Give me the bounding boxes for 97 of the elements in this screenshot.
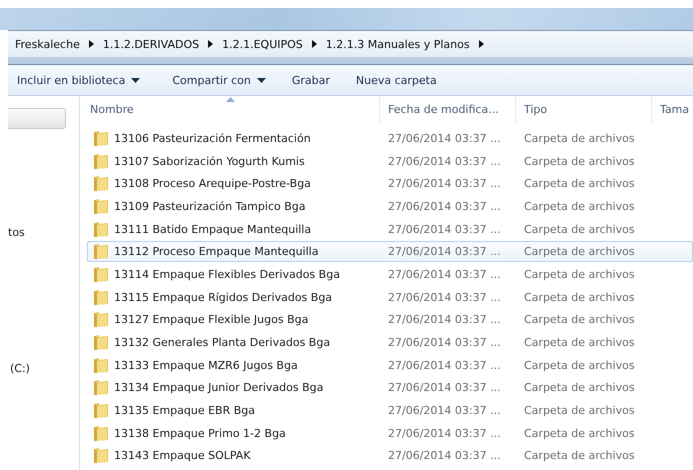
folder-icon (93, 311, 109, 328)
folder-row[interactable]: 13108 Proceso Arequipe-Postre-Bga 27/06/2014 03:37 ... Carpeta de archivos (87, 173, 693, 194)
folder-icon (93, 379, 109, 396)
chevron-icon[interactable] (208, 40, 214, 48)
date-cell: 27/06/2014 03:37 ... (388, 290, 501, 304)
column-header[interactable]: Nombre (80, 96, 380, 123)
folder-icon (93, 402, 109, 420)
type-cell: Carpeta de archivos (524, 154, 635, 168)
type-cell: Carpeta de archivos (524, 268, 635, 281)
breadcrumb[interactable]: 1.1.2.DERIVADOS (102, 38, 200, 50)
chevron-icon[interactable] (312, 40, 317, 48)
date-cell: 27/06/2014 03:37 ... (388, 268, 501, 281)
date-cell: 27/06/2014 03:37 ... (388, 313, 501, 326)
folder-name: 13143 Empaque SOLPAK (114, 449, 251, 462)
date-cell: 27/06/2014 03:37 ... (388, 381, 501, 394)
type-cell: Carpeta de archivos (524, 177, 635, 190)
toolbar-button[interactable]: Grabar (282, 70, 339, 90)
type-cell: Carpeta de archivos (524, 200, 635, 213)
folder-icon (93, 356, 109, 374)
folder-icon (93, 424, 109, 442)
sort-arrow-icon (226, 97, 234, 102)
type-cell: Carpeta de archivos (524, 290, 635, 304)
folder-name: 13114 Empaque Flexibles Derivados Bga (114, 268, 340, 281)
folder-row[interactable]: 13135 Empaque EBR Bga 27/06/2014 03:37 ... Carpeta de archivos (87, 400, 693, 421)
toolbar-button[interactable]: Compartir con (163, 70, 275, 90)
type-cell: Carpeta de archivos (524, 245, 635, 258)
chevron-icon[interactable] (478, 40, 484, 48)
folder-row[interactable]: 13138 Empaque Primo 1-2 Bga 27/06/2014 03:37 ... Carpeta de archivos (87, 422, 693, 444)
chevron-icon[interactable] (88, 40, 94, 48)
folder-name: 13111 Batido Empaque Mantequilla (114, 222, 312, 236)
folder-row[interactable]: 13106 Pasteurización Fermentación 27/06/2014 03:37 ... Carpeta de archivos (87, 128, 693, 149)
folder-icon (93, 175, 109, 192)
folder-icon (93, 130, 109, 147)
date-cell: 27/06/2014 03:37 ... (388, 154, 501, 168)
date-cell: 27/06/2014 03:37 ... (388, 358, 501, 372)
folder-name: 13112 Proceso Empaque Mantequilla (114, 245, 318, 258)
folder-icon (93, 334, 109, 352)
date-cell: 27/06/2014 03:37 ... (388, 336, 501, 350)
type-cell: Carpeta de archivos (524, 358, 635, 372)
column-header[interactable]: Tipo (516, 96, 652, 123)
folder-icon (93, 266, 109, 283)
folder-name: 13132 Generales Planta Derivados Bga (114, 336, 330, 350)
folder-icon (93, 152, 109, 170)
address-bar[interactable]: Freskaleche 1.1.2.DERIVADOS 1.2.1.EQUIPOS 1.2.1.3 Manuales y Planos (8, 30, 693, 58)
folder-row[interactable]: 13133 Empaque MZR6 Jugos Bga 27/06/2014 03:37 ... Carpeta de archivos (87, 354, 693, 376)
folder-row[interactable]: 13132 Generales Planta Derivados Bga 27/06/2014 03:37 ... Carpeta de archivos (87, 332, 693, 353)
nav-item[interactable]: (C:) (10, 362, 30, 375)
folder-row[interactable]: 13134 Empaque Junior Derivados Bga 27/06/2014 03:37 ... Carpeta de archivos (87, 378, 693, 398)
date-cell: 27/06/2014 03:37 ... (388, 177, 501, 190)
column-header[interactable]: Tama (652, 96, 693, 123)
folder-row[interactable]: 13112 Proceso Empaque Mantequilla 27/06/2014 03:37 ... Carpeta de archivos (87, 241, 693, 262)
folder-row[interactable]: 13114 Empaque Flexibles Derivados Bga 27/06/2014 03:37 ... Carpeta de archivos (87, 264, 693, 285)
type-cell: Carpeta de archivos (524, 426, 635, 440)
type-cell: Carpeta de archivos (524, 381, 635, 394)
type-cell: Carpeta de archivos (524, 336, 635, 350)
date-cell: 27/06/2014 03:37 ... (388, 426, 501, 440)
folder-name: 13138 Empaque Primo 1-2 Bga (114, 426, 286, 440)
folder-name: 13134 Empaque Junior Derivados Bga (114, 381, 324, 394)
folder-row[interactable]: 13107 Saborización Yogurth Kumis 27/06/2014 03:37 ... Carpeta de archivos (87, 150, 693, 172)
folder-icon (93, 447, 109, 464)
folder-icon (93, 288, 109, 306)
folder-icon (93, 243, 109, 260)
date-cell: 27/06/2014 03:37 ... (388, 404, 501, 418)
folder-icon (93, 220, 109, 238)
toolbar-button[interactable]: Nueva carpeta (346, 70, 446, 90)
type-cell: Carpeta de archivos (524, 222, 635, 236)
folder-name: 13107 Saborización Yogurth Kumis (114, 154, 305, 168)
column-header[interactable]: Fecha de modifica... (380, 96, 516, 123)
folder-icon (93, 198, 109, 215)
folder-name: 13108 Proceso Arequipe-Postre-Bga (114, 177, 311, 190)
folder-name: 13127 Empaque Flexible Jugos Bga (114, 313, 308, 326)
folder-row[interactable]: 13127 Empaque Flexible Jugos Bga 27/06/2014 03:37 ... Carpeta de archivos (87, 310, 693, 330)
breadcrumb[interactable]: 1.2.1.3 Manuales y Planos (326, 38, 470, 50)
type-cell: Carpeta de archivos (524, 404, 635, 418)
type-cell: Carpeta de archivos (524, 313, 635, 326)
caret-icon (256, 78, 266, 82)
type-cell: Carpeta de archivos (524, 132, 635, 145)
date-cell: 27/06/2014 03:37 ... (388, 449, 501, 462)
folder-row[interactable]: 13109 Pasteurización Tampico Bga 27/06/2014 03:37 ... Carpeta de archivos (87, 196, 693, 217)
nav-item[interactable]: tos (8, 226, 25, 239)
folder-name: 13135 Empaque EBR Bga (114, 404, 256, 418)
date-cell: 27/06/2014 03:37 ... (388, 245, 501, 258)
folder-name: 13106 Pasteurización Fermentación (114, 132, 311, 145)
caret-icon (131, 78, 140, 82)
folder-name: 13133 Empaque MZR6 Jugos Bga (114, 358, 298, 372)
date-cell: 27/06/2014 03:37 ... (388, 200, 501, 213)
folder-row[interactable]: 13143 Empaque SOLPAK 27/06/2014 03:37 ... Carpeta de archivos (87, 446, 693, 466)
folder-row[interactable]: 13111 Batido Empaque Mantequilla 27/06/2014 03:37 ... Carpeta de archivos (87, 218, 693, 240)
folder-row[interactable]: 13115 Empaque Rígidos Derivados Bga 27/06/2014 03:37 ... Carpeta de archivos (87, 286, 693, 308)
folder-name: 13115 Empaque Rígidos Derivados Bga (114, 290, 332, 304)
toolbar-button[interactable]: Incluir en biblioteca (8, 70, 150, 90)
date-cell: 27/06/2014 03:37 ... (388, 132, 501, 145)
breadcrumb[interactable]: 1.2.1.EQUIPOS (222, 38, 303, 50)
breadcrumb[interactable]: Freskaleche (15, 38, 80, 50)
folder-name: 13109 Pasteurización Tampico Bga (114, 200, 306, 213)
date-cell: 27/06/2014 03:37 ... (388, 222, 501, 236)
type-cell: Carpeta de archivos (524, 449, 635, 462)
